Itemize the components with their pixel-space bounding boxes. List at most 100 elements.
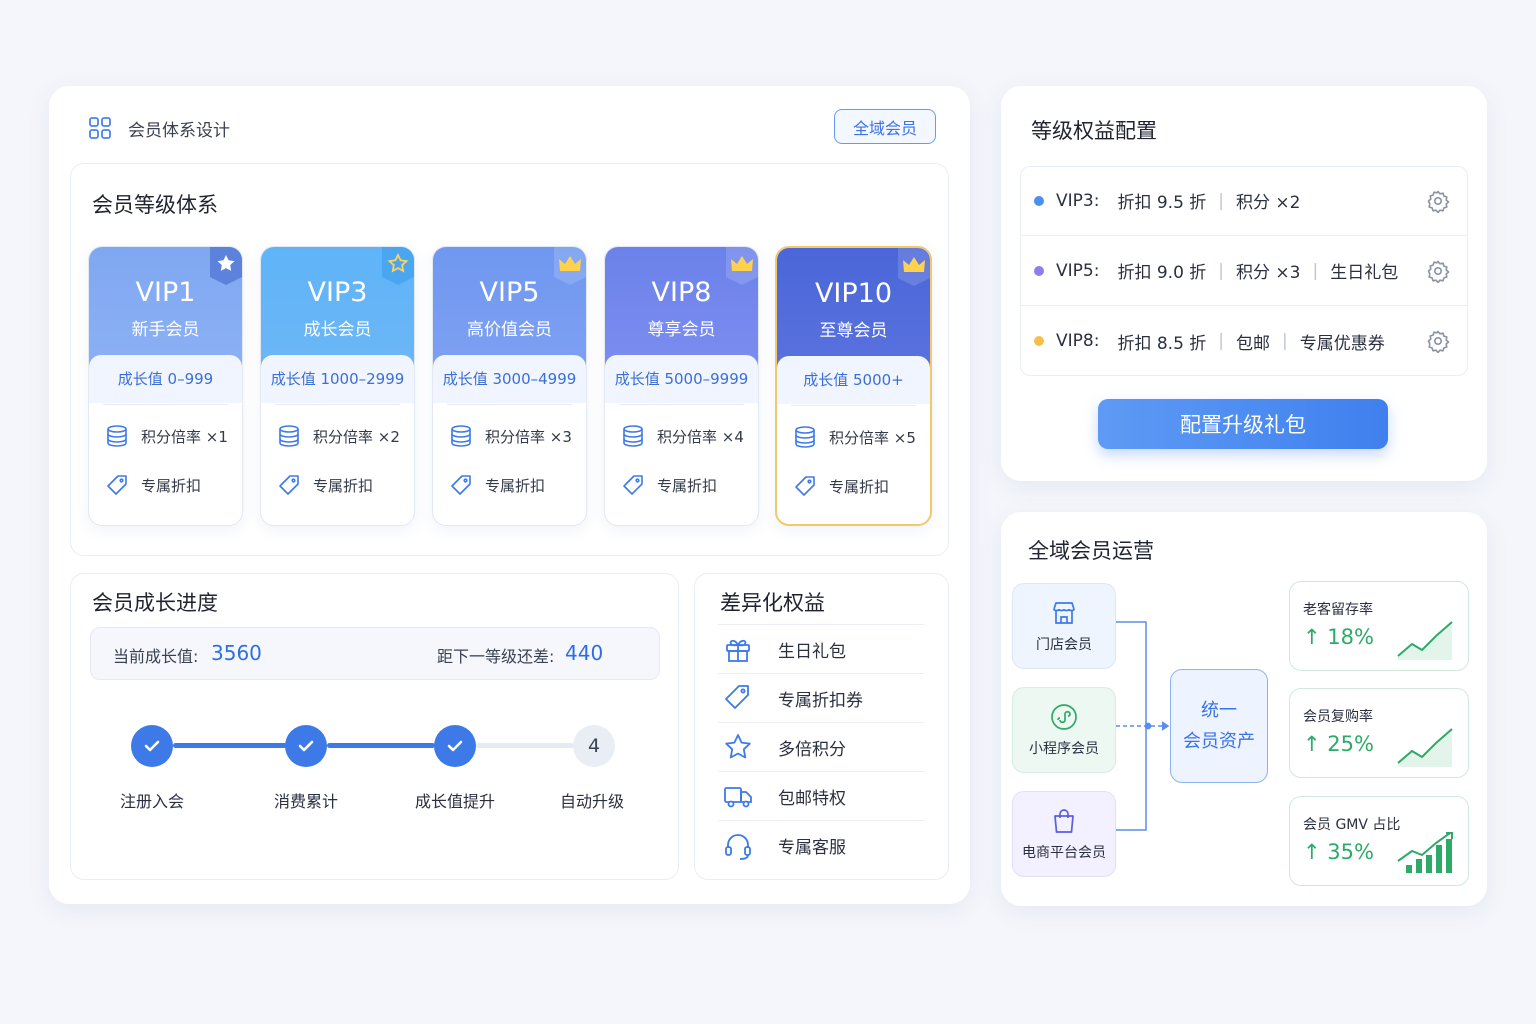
coins-icon — [279, 425, 299, 447]
source-label: 电商平台会员 — [1022, 845, 1106, 861]
benefit-label: 专属客服 — [778, 838, 846, 858]
vip-level-name: VIP5 — [479, 277, 540, 308]
benefit-label: 包邮特权 — [778, 788, 846, 809]
page-title: 会员体系设计 — [128, 121, 230, 141]
benefit-part: 生日礼包 — [1330, 263, 1399, 283]
divider — [275, 404, 400, 405]
points-rate-row: 积分倍率 ×3 — [449, 424, 580, 448]
ops-title: 全域会员运营 — [1028, 539, 1154, 563]
points-rate-row: 积分倍率 ×4 — [621, 424, 752, 448]
separator: | — [1282, 331, 1288, 351]
trend-up-icon — [1397, 728, 1453, 767]
benefit-shipping[interactable]: 包邮特权 — [718, 772, 924, 821]
separator: | — [1218, 190, 1225, 211]
tag-icon — [451, 475, 471, 495]
hub-line: 统一 — [1201, 700, 1237, 721]
points-rate-row: 积分倍率 ×2 — [277, 424, 408, 448]
divider — [103, 404, 228, 405]
benefit-part: 积分 ×3 — [1236, 263, 1301, 283]
coins-icon — [795, 426, 815, 448]
step-2-check — [285, 725, 327, 767]
bar-growth-icon — [1397, 832, 1453, 873]
tier-title: 会员等级体系 — [92, 193, 218, 217]
unified-asset-node: 统一 会员资产 — [1170, 669, 1268, 783]
growth-range: 成长值 1000–2999 — [261, 355, 414, 403]
config-row-1: VIP5: 折扣 9.0 折 | 积分 ×3 | 生日礼包 — [1020, 236, 1468, 306]
gear-icon[interactable] — [1426, 259, 1450, 283]
kpi-label: 会员 GMV 占比 — [1303, 817, 1401, 833]
config-row-2: VIP8: 折扣 8.5 折 | 包邮 | 专属优惠券 — [1020, 306, 1468, 376]
vip-level-name: VIP10 — [814, 278, 893, 309]
discount-label: 专属折扣 — [141, 476, 202, 495]
benefit-coupon[interactable]: 专属折扣券 — [718, 674, 924, 723]
divider — [447, 404, 572, 405]
level-dot — [1034, 195, 1044, 206]
grid-icon — [89, 117, 111, 139]
vip-card-vip8[interactable]: VIP8 尊享会员 成长值 5000–9999 积分倍率 ×4 专属折扣 — [604, 246, 759, 526]
gear-icon[interactable] — [1426, 189, 1450, 213]
step-label: 成长值提升 — [414, 792, 495, 811]
discount-label: 专属折扣 — [829, 477, 890, 496]
vip-card-vip5[interactable]: VIP5 高价值会员成长值 3000–4999 积分倍率 ×3 专属折扣 — [432, 246, 587, 526]
kpi-value: ↑ 25% — [1303, 732, 1374, 756]
discount-row: 专属折扣 — [621, 473, 752, 497]
check-icon — [144, 740, 160, 752]
truck-icon — [724, 787, 752, 808]
benefit-service[interactable]: 专属客服 — [718, 821, 924, 870]
check-icon — [447, 740, 463, 752]
vip-level-name: VIP3 — [307, 277, 368, 308]
tag-icon — [279, 475, 299, 495]
benefit-points[interactable]: 多倍积分 — [718, 723, 924, 772]
divider — [791, 405, 916, 406]
vip-level-subtitle: 成长会员 — [303, 320, 372, 340]
global-member-button[interactable]: 全域会员 — [834, 109, 936, 144]
kpi-gmv-share: 会员 GMV 占比 ↑ 35% — [1289, 796, 1469, 886]
level-label: VIP3: — [1056, 190, 1100, 211]
shopping-bag-icon — [1054, 809, 1074, 833]
source-store: 门店会员 — [1012, 583, 1116, 669]
progress-title: 会员成长进度 — [92, 591, 218, 615]
points-rate: 积分倍率 ×1 — [141, 427, 228, 446]
benefit-birthday[interactable]: 生日礼包 — [718, 625, 924, 674]
step-1-check — [131, 725, 173, 767]
next-level-label: 距下一等级还差: — [437, 647, 555, 666]
points-rate: 积分倍率 ×4 — [657, 427, 744, 446]
config-title: 等级权益配置 — [1031, 119, 1157, 143]
points-rate: 积分倍率 ×3 — [485, 427, 572, 446]
headset-icon — [725, 833, 751, 860]
coins-icon — [623, 425, 643, 447]
benefit-part: 积分 ×2 — [1236, 193, 1301, 213]
config-upgrade-gift-button[interactable]: 配置升级礼包 — [1098, 399, 1388, 449]
kpi-value: ↑ 18% — [1303, 625, 1374, 649]
benefit-label: 专属折扣券 — [778, 690, 863, 711]
vip-level-name: VIP8 — [651, 277, 712, 308]
vip-level-subtitle: 高价值会员 — [467, 320, 552, 340]
kpi-label: 会员复购率 — [1303, 709, 1373, 725]
kpi-value: ↑ 35% — [1303, 840, 1374, 864]
vip-card-vip1[interactable]: VIP1 新手会员 成长值 0–999 积分倍率 ×1 专属折扣 — [88, 246, 243, 526]
vip-card-vip3[interactable]: VIP3 成长会员 成长值 1000–2999 积分倍率 ×2 专属折扣 — [260, 246, 415, 526]
growth-range: 成长值 3000–4999 — [433, 355, 586, 403]
source-label: 门店会员 — [1036, 637, 1092, 653]
discount-row: 专属折扣 — [793, 474, 924, 498]
hub-line: 会员资产 — [1183, 731, 1255, 752]
next-level-value: 440 — [565, 641, 604, 665]
benefit-part: 折扣 9.5 折 — [1117, 193, 1207, 213]
source-ecommerce: 电商平台会员 — [1012, 791, 1116, 877]
divider — [619, 404, 744, 405]
current-growth-label: 当前成长值: — [113, 647, 199, 666]
vip-level-subtitle: 至尊会员 — [819, 321, 888, 341]
points-rate-row: 积分倍率 ×1 — [105, 424, 236, 448]
source-miniprogram: 小程序会员 — [1012, 687, 1116, 773]
coins-icon — [107, 425, 127, 447]
gear-icon[interactable] — [1426, 329, 1450, 353]
growth-value-box: 当前成长值: 3560 距下一等级还差: 440 — [90, 627, 660, 680]
level-label: VIP8: — [1056, 331, 1100, 351]
vip-card-vip10[interactable]: VIP10 至尊会员 成长值 5000+ 积分倍率 ×5 专属折扣 — [775, 246, 932, 526]
benefit-part: 折扣 9.0 折 — [1117, 263, 1207, 283]
discount-row: 专属折扣 — [449, 473, 580, 497]
current-growth-value: 3560 — [211, 641, 262, 665]
store-icon — [1053, 602, 1075, 624]
tag-icon — [795, 476, 815, 496]
vip-level-name: VIP1 — [135, 277, 196, 308]
